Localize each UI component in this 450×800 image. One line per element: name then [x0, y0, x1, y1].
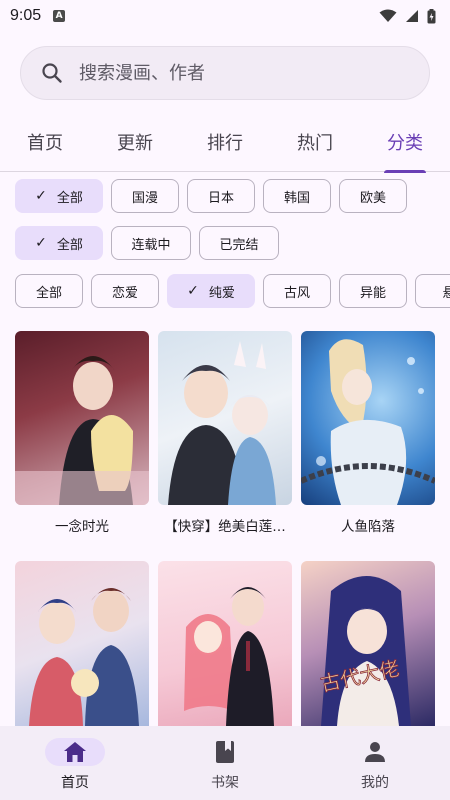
region-filter-row: ✓ 全部 国漫 日本 韩国 欧美 [15, 179, 407, 213]
comic-cover[interactable] [301, 331, 435, 505]
chip-region-west[interactable]: 欧美 [339, 179, 407, 213]
chip-label: 欧美 [359, 190, 386, 206]
cover-art [29, 588, 139, 726]
tab-ranking[interactable]: 排行 [180, 112, 270, 172]
comic-card[interactable] [158, 561, 292, 736]
status-filter-row: ✓ 全部 连载中 已完结 [15, 226, 279, 260]
app-notification-icon: A [53, 10, 66, 22]
comic-card[interactable]: 古代大佬 [301, 561, 435, 736]
chip-region-all[interactable]: ✓ 全部 [15, 179, 103, 213]
chip-genre-suspense[interactable]: 悬 [415, 274, 450, 308]
check-icon: ✓ [35, 235, 47, 251]
comic-card[interactable]: 人鱼陷落 [301, 331, 435, 535]
status-indicators [379, 8, 436, 24]
chip-genre-romance[interactable]: 恋爱 [91, 274, 159, 308]
bottom-navigation: 首页 书架 我的 [0, 726, 450, 800]
chip-label: 恋爱 [111, 285, 138, 301]
nav-label: 书架 [211, 775, 239, 791]
person-icon [365, 742, 385, 762]
signal-icon [406, 10, 418, 22]
comic-card[interactable]: 一念时光 [15, 331, 149, 535]
chip-label: 全部 [56, 190, 83, 206]
chip-label: 已完结 [219, 237, 259, 253]
cover-art [15, 356, 149, 505]
genre-filter-row[interactable]: 全部 恋爱 ✓ 纯爱 古风 异能 悬 [15, 274, 450, 308]
comic-cover[interactable]: 古代大佬 [301, 561, 435, 726]
tab-category[interactable]: 分类 [360, 112, 450, 173]
nav-label: 我的 [361, 775, 389, 791]
nav-indicator [345, 738, 405, 766]
comic-cover[interactable] [158, 331, 292, 505]
nav-label: 首页 [61, 775, 89, 791]
cover-art [301, 339, 435, 505]
chip-label: 全部 [56, 237, 83, 253]
nav-home[interactable]: 首页 [0, 726, 150, 800]
chip-label: 日本 [207, 190, 234, 206]
check-icon: ✓ [187, 283, 199, 299]
battery-icon [427, 8, 436, 23]
chip-label: 纯爱 [208, 285, 235, 301]
chip-label: 韩国 [283, 190, 310, 206]
comic-title[interactable]: 人鱼陷落 [301, 515, 435, 535]
search-bar[interactable] [20, 46, 430, 100]
bookshelf-icon [216, 741, 234, 763]
cover-art [184, 587, 274, 726]
status-time: 9:05 [10, 7, 42, 24]
chip-status-completed[interactable]: 已完结 [199, 226, 279, 260]
chip-region-guoman[interactable]: 国漫 [111, 179, 179, 213]
chip-status-all[interactable]: ✓ 全部 [15, 226, 103, 260]
nav-indicator [195, 738, 255, 766]
tab-updates[interactable]: 更新 [90, 112, 180, 172]
check-icon: ✓ [35, 188, 47, 204]
chip-status-ongoing[interactable]: 连载中 [111, 226, 191, 260]
chip-label: 连载中 [131, 237, 171, 253]
status-bar: 9:05 A [0, 0, 450, 32]
comic-title[interactable]: 一念时光 [15, 515, 149, 535]
comic-cover[interactable] [158, 561, 292, 726]
chip-genre-pure-love[interactable]: ✓ 纯爱 [167, 274, 255, 308]
nav-bookshelf[interactable]: 书架 [150, 726, 300, 800]
home-icon [64, 742, 86, 762]
comic-card[interactable] [15, 561, 149, 736]
chip-label: 古风 [283, 285, 310, 301]
chip-label: 国漫 [131, 190, 158, 206]
chip-label: 异能 [359, 285, 386, 301]
comic-cover[interactable] [15, 561, 149, 726]
tab-home[interactable]: 首页 [0, 112, 90, 172]
chip-region-korea[interactable]: 韩国 [263, 179, 331, 213]
nav-indicator [45, 738, 105, 766]
chip-genre-ancient[interactable]: 古风 [263, 274, 331, 308]
tab-popular[interactable]: 热门 [270, 112, 360, 172]
top-tab-bar: 首页 更新 排行 热门 分类 [0, 112, 450, 173]
comic-cover[interactable] [15, 331, 149, 505]
chip-region-japan[interactable]: 日本 [187, 179, 255, 213]
nav-profile[interactable]: 我的 [300, 726, 450, 800]
chip-label: 悬 [442, 285, 450, 301]
search-input[interactable] [79, 62, 399, 84]
chip-genre-superpower[interactable]: 异能 [339, 274, 407, 308]
chip-label: 全部 [35, 285, 62, 301]
search-icon [42, 63, 62, 83]
chip-genre-all[interactable]: 全部 [15, 274, 83, 308]
comic-card[interactable]: 【快穿】绝美白莲… [158, 331, 292, 535]
comic-title[interactable]: 【快穿】绝美白莲… [158, 515, 292, 535]
wifi-icon [379, 9, 397, 22]
cover-art [168, 341, 276, 505]
cover-art: 古代大佬 [318, 576, 411, 726]
